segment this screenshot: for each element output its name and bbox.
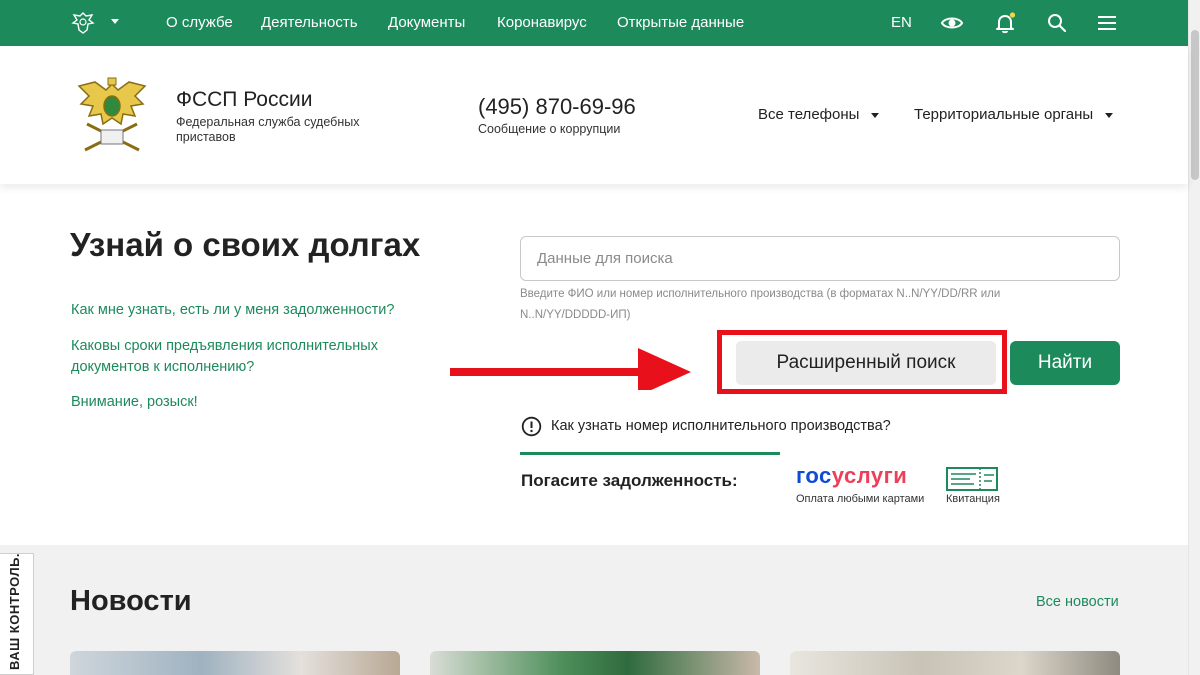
- nav-item-coronavirus[interactable]: Коронавирус: [497, 14, 587, 31]
- exclamation-icon: [521, 416, 542, 437]
- divider-bar: [520, 452, 780, 455]
- news-card-image[interactable]: [790, 651, 1120, 675]
- gosuslugi-logo[interactable]: госуслуги: [796, 463, 907, 489]
- nav-item-open-data[interactable]: Открытые данные: [617, 14, 744, 31]
- news-title: Новости: [70, 585, 192, 617]
- territorial-bodies-dropdown[interactable]: Территориальные органы: [914, 106, 1114, 123]
- all-news-link[interactable]: Все новости: [1036, 594, 1119, 610]
- gosuslugi-caption[interactable]: Оплата любыми картами: [796, 493, 924, 505]
- scrollbar-thumb[interactable]: [1191, 30, 1199, 180]
- scrollbar[interactable]: [1188, 0, 1200, 675]
- page-title: Узнай о своих долгах: [70, 226, 421, 263]
- receipt-caption[interactable]: Квитанция: [946, 493, 1000, 505]
- faq-link-have-debts[interactable]: Как мне узнать, есть ли у меня задолженн…: [71, 300, 431, 321]
- side-feedback-tab[interactable]: ВАШ КОНТРОЛЬ.: [0, 553, 34, 675]
- nav-item-about[interactable]: О службе: [166, 14, 233, 31]
- faq-link-deadlines[interactable]: Каковы сроки предъявления исполнительных…: [71, 336, 401, 378]
- all-phones-dropdown[interactable]: Все телефоны: [758, 106, 880, 123]
- chevron-down-icon[interactable]: [111, 19, 119, 24]
- receipt-icon[interactable]: [946, 467, 998, 491]
- notification-dot: [1009, 12, 1016, 18]
- red-arrow-annotation: [450, 348, 691, 390]
- nav-item-activity[interactable]: Деятельность: [261, 14, 358, 31]
- side-tab-label: ВАШ КОНТРОЛЬ.: [7, 552, 22, 670]
- exec-number-help-label: Как узнать номер исполнительного произво…: [551, 418, 891, 434]
- news-card-image[interactable]: [430, 651, 760, 675]
- chevron-down-icon: [871, 112, 880, 118]
- phone-caption: Сообщение о коррупции: [478, 122, 621, 136]
- hotline-phone[interactable]: (495) 870-69-96: [478, 94, 636, 120]
- faq-link-wanted[interactable]: Внимание, розыск!: [71, 392, 431, 413]
- search-icon[interactable]: [1045, 11, 1069, 35]
- debt-search-input[interactable]: [520, 236, 1120, 281]
- gosuslugi-logo-part1: гос: [796, 463, 832, 488]
- eye-icon[interactable]: [940, 11, 964, 35]
- news-card-image[interactable]: [70, 651, 400, 675]
- all-phones-label: Все телефоны: [758, 106, 860, 123]
- gosuslugi-logo-part2: услуги: [831, 463, 908, 488]
- site-header: ФССП России Федеральная служба судебных …: [0, 46, 1188, 184]
- chevron-down-icon: [1105, 112, 1114, 118]
- nav-item-documents[interactable]: Документы: [388, 14, 465, 31]
- org-name[interactable]: ФССП России: [176, 88, 312, 112]
- fssp-emblem-logo[interactable]: [75, 76, 149, 156]
- find-button[interactable]: Найти: [1010, 341, 1120, 385]
- pay-debt-label: Погасите задолженность:: [521, 471, 738, 490]
- search-hint: Введите ФИО или номер исполнительного пр…: [520, 288, 1001, 321]
- top-navigation-bar: О службе Деятельность Документы Коронави…: [0, 0, 1188, 46]
- bell-icon[interactable]: [993, 11, 1017, 35]
- language-switch[interactable]: EN: [891, 14, 912, 31]
- news-section: Новости Все новости: [0, 545, 1188, 675]
- territorial-bodies-label: Территориальные органы: [914, 106, 1094, 123]
- advanced-search-button[interactable]: Расширенный поиск: [736, 341, 996, 385]
- menu-icon[interactable]: [1095, 11, 1119, 35]
- org-subtitle: Федеральная служба судебных приставов: [176, 115, 360, 144]
- emblem-icon[interactable]: [70, 10, 96, 36]
